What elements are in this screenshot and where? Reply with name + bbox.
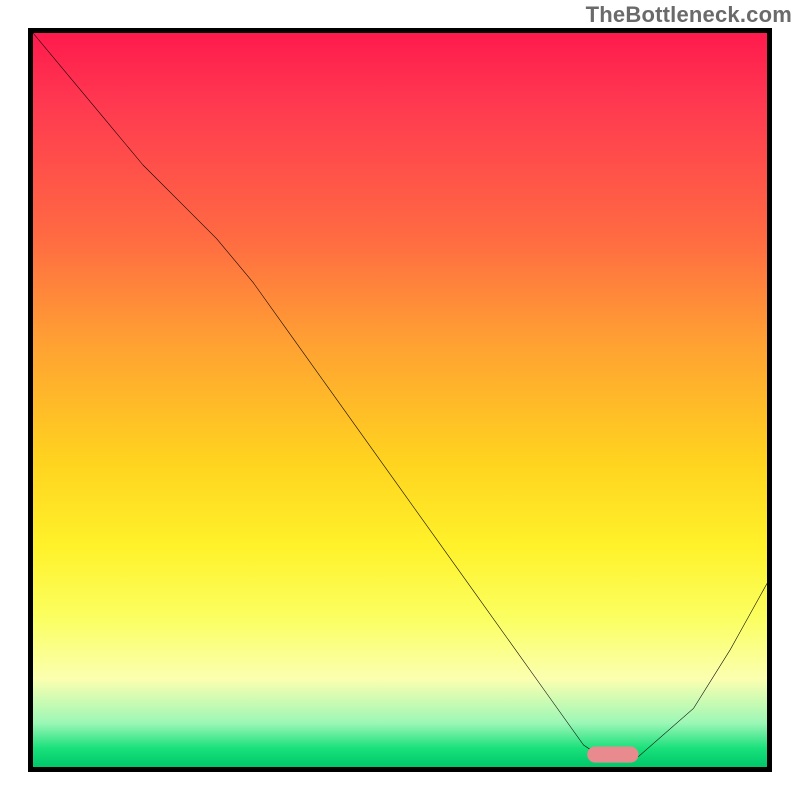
optimum-marker (587, 746, 638, 762)
curve-path (33, 33, 767, 760)
line-curve (33, 33, 767, 767)
plot-frame (28, 28, 772, 772)
watermark-text: TheBottleneck.com (586, 2, 792, 28)
chart-container: TheBottleneck.com (0, 0, 800, 800)
